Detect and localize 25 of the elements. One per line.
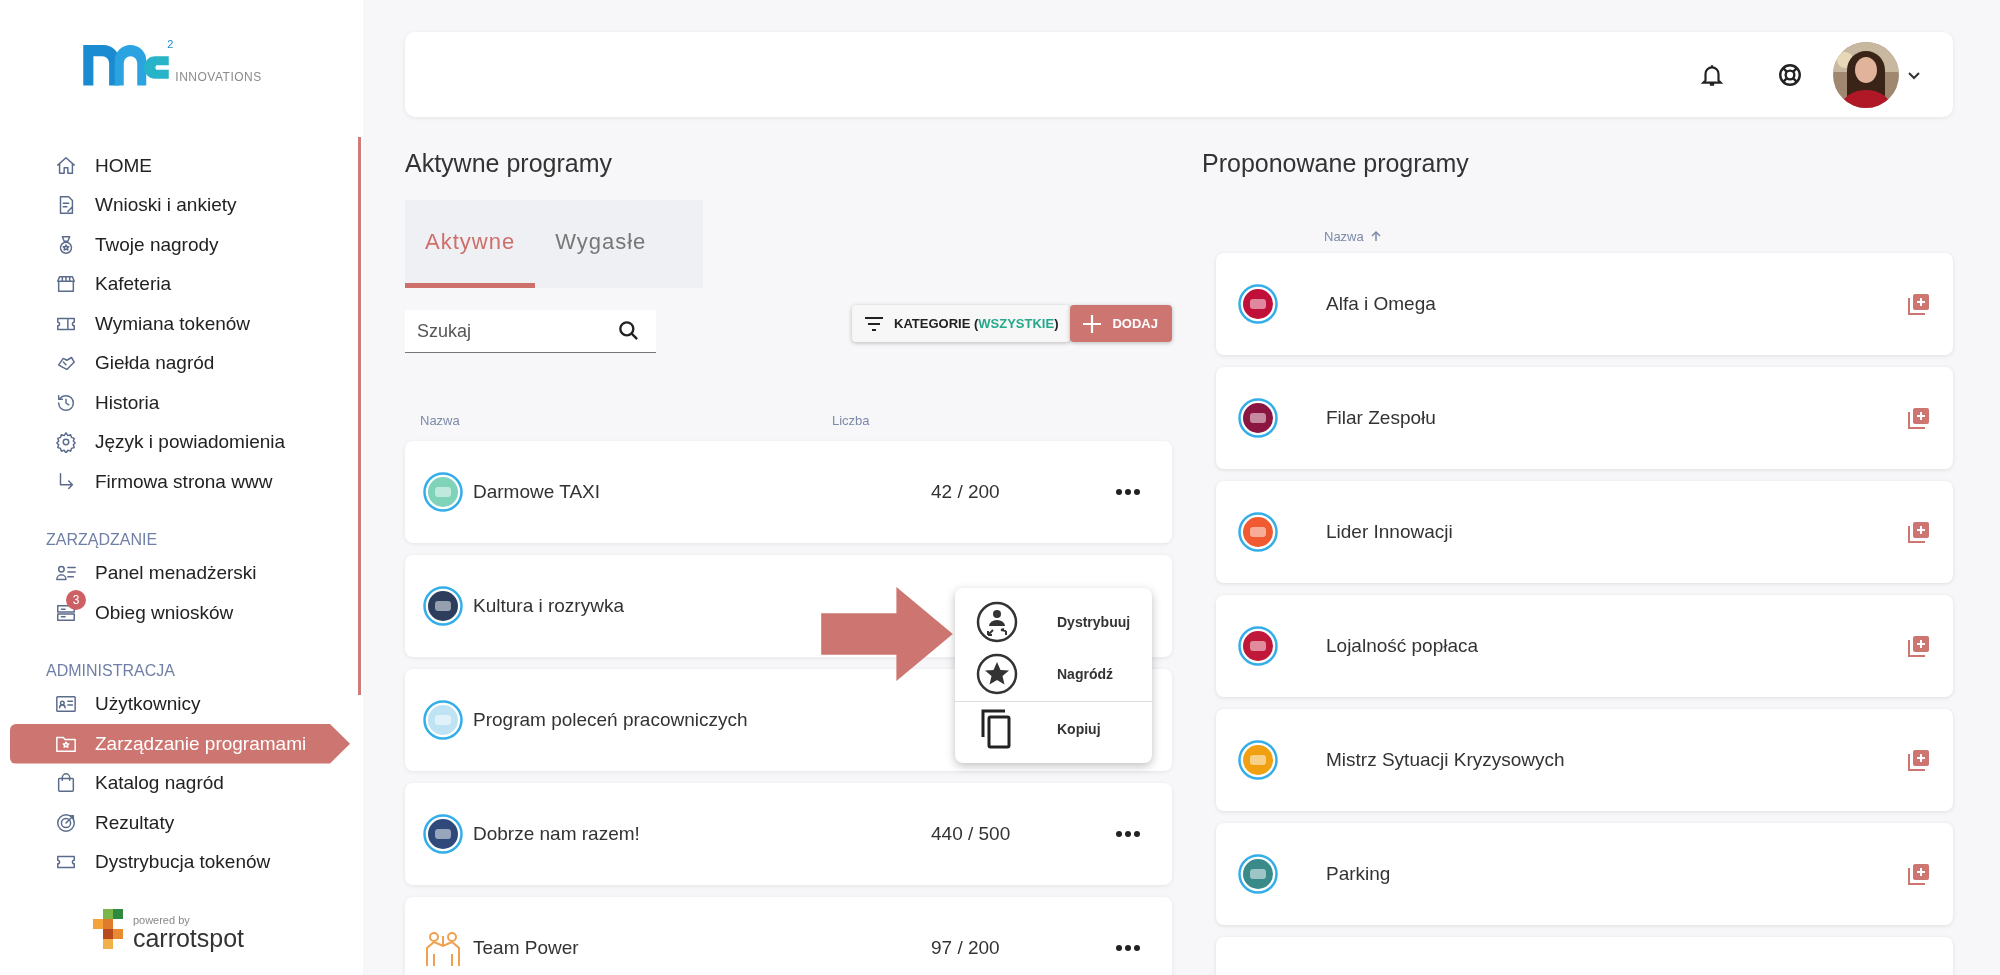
program-name: Darmowe TAXI — [473, 481, 602, 503]
program-name: Lider Innowacji — [1326, 521, 1454, 543]
count-badge: 3 — [66, 590, 86, 610]
program-count: 97 / 200 — [931, 937, 1001, 959]
program-name: Alfa i Omega — [1326, 293, 1437, 315]
program-count: 440 / 500 — [931, 823, 1012, 845]
program-name: Program poleceń pracowniczych — [473, 709, 749, 731]
brand-text: carrotspot — [132, 926, 245, 950]
program-name: Team Power — [473, 937, 580, 959]
program-name: Parking — [1326, 863, 1392, 885]
logo-superscript: 2 — [167, 38, 174, 50]
program-count: 42 / 200 — [931, 481, 1001, 503]
column-header: Liczba — [832, 413, 870, 430]
section-title: Aktywne programy — [405, 149, 614, 179]
powered-by-text: powered by — [132, 914, 191, 926]
program-name: Mistrz Sytuacji Kryzysowych — [1326, 749, 1566, 771]
section-title: Proponowane programy — [1202, 149, 1470, 179]
program-name: Dobrze nam razem! — [473, 823, 641, 845]
logo-text: INNOVATIONS — [175, 70, 262, 84]
section-heading: ADMINISTRACJA — [45, 660, 176, 681]
program-name: Kultura i rozrywka — [473, 595, 625, 617]
section-heading: ZARZĄDZANIE — [45, 529, 159, 550]
program-name: Lojalność popłaca — [1326, 635, 1480, 657]
column-header: Nazwa — [420, 413, 461, 430]
program-name: Filar Zespołu — [1326, 407, 1437, 429]
